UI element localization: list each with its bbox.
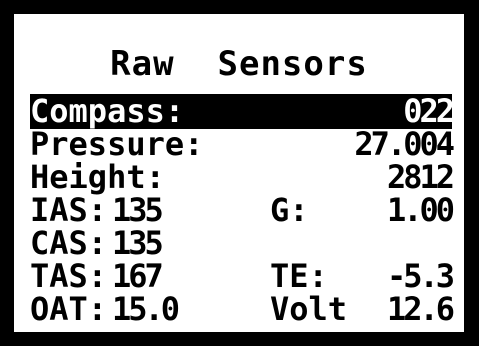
ias-label: IAS:	[30, 191, 108, 229]
pressure-value: 27.004	[354, 125, 455, 163]
compass-row[interactable]: Compass: 022	[30, 92, 455, 130]
volt-label: Volt	[270, 290, 348, 328]
tas-label: TAS:	[30, 257, 108, 295]
tas-te-row[interactable]: TAS: 167 TE: -5.3	[30, 257, 455, 295]
tas-value: 167	[112, 257, 164, 295]
ias-value: 135	[112, 191, 164, 229]
g-value: 1.00	[386, 191, 455, 229]
pressure-row[interactable]: Pressure: 27.004	[30, 125, 455, 163]
te-label: TE:	[270, 257, 328, 295]
height-label: Height:	[30, 158, 165, 196]
oat-value: 15.0	[112, 290, 180, 328]
volt-value: 12.6	[386, 290, 455, 328]
screen-title: Raw Sensors	[110, 44, 368, 84]
cas-label: CAS:	[30, 224, 108, 262]
g-label: G:	[270, 191, 309, 229]
te-value: -5.3	[386, 257, 455, 295]
ias-g-row[interactable]: IAS: 135 G: 1.00	[30, 191, 455, 229]
oat-volt-row[interactable]: OAT: 15.0 Volt 12.6	[30, 290, 455, 328]
height-value: 2812	[386, 158, 455, 196]
lcd-frame: Raw Sensors Compass: 022 Pressure: 27.00…	[0, 0, 479, 346]
compass-label: Compass:	[30, 92, 185, 130]
cas-row[interactable]: CAS: 135	[30, 226, 452, 261]
compass-value: 022	[403, 92, 455, 130]
oat-label: OAT:	[30, 290, 108, 328]
raw-sensors-screen: Raw Sensors Compass: 022 Pressure: 27.00…	[14, 14, 464, 332]
height-row[interactable]: Height: 2812	[30, 158, 455, 196]
pressure-label: Pressure:	[30, 125, 204, 163]
cas-value: 135	[112, 224, 164, 262]
